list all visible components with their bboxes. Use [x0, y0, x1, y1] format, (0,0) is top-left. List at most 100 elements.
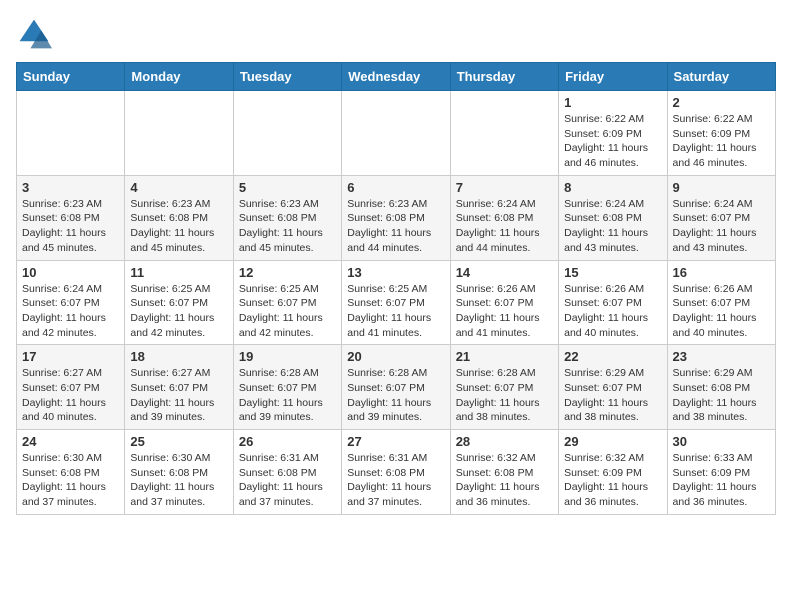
day-number: 21: [456, 349, 553, 364]
day-info: Sunrise: 6:32 AM Sunset: 6:09 PM Dayligh…: [564, 451, 661, 510]
calendar-cell: [125, 91, 233, 176]
day-number: 1: [564, 95, 661, 110]
calendar-cell: 19 Sunrise: 6:28 AM Sunset: 6:07 PM Dayli…: [233, 345, 341, 430]
day-number: 5: [239, 180, 336, 195]
calendar-cell: 29 Sunrise: 6:32 AM Sunset: 6:09 PM Dayli…: [559, 430, 667, 515]
day-number: 9: [673, 180, 770, 195]
day-info: Sunrise: 6:24 AM Sunset: 6:08 PM Dayligh…: [564, 197, 661, 256]
day-number: 28: [456, 434, 553, 449]
calendar-cell: 3 Sunrise: 6:23 AM Sunset: 6:08 PM Daylig…: [17, 175, 125, 260]
day-number: 10: [22, 265, 119, 280]
calendar-cell: [342, 91, 450, 176]
calendar-cell: 8 Sunrise: 6:24 AM Sunset: 6:08 PM Daylig…: [559, 175, 667, 260]
day-number: 6: [347, 180, 444, 195]
day-number: 14: [456, 265, 553, 280]
day-info: Sunrise: 6:22 AM Sunset: 6:09 PM Dayligh…: [673, 112, 770, 171]
calendar-cell: 11 Sunrise: 6:25 AM Sunset: 6:07 PM Dayli…: [125, 260, 233, 345]
weekday-header-saturday: Saturday: [667, 63, 775, 91]
day-info: Sunrise: 6:22 AM Sunset: 6:09 PM Dayligh…: [564, 112, 661, 171]
day-info: Sunrise: 6:30 AM Sunset: 6:08 PM Dayligh…: [22, 451, 119, 510]
day-number: 13: [347, 265, 444, 280]
calendar-cell: 12 Sunrise: 6:25 AM Sunset: 6:07 PM Dayli…: [233, 260, 341, 345]
weekday-header-monday: Monday: [125, 63, 233, 91]
day-number: 23: [673, 349, 770, 364]
day-number: 22: [564, 349, 661, 364]
calendar-cell: 1 Sunrise: 6:22 AM Sunset: 6:09 PM Daylig…: [559, 91, 667, 176]
day-info: Sunrise: 6:23 AM Sunset: 6:08 PM Dayligh…: [239, 197, 336, 256]
day-info: Sunrise: 6:31 AM Sunset: 6:08 PM Dayligh…: [239, 451, 336, 510]
calendar-cell: 10 Sunrise: 6:24 AM Sunset: 6:07 PM Dayli…: [17, 260, 125, 345]
day-info: Sunrise: 6:25 AM Sunset: 6:07 PM Dayligh…: [130, 282, 227, 341]
calendar-cell: 20 Sunrise: 6:28 AM Sunset: 6:07 PM Dayli…: [342, 345, 450, 430]
header: [16, 16, 776, 52]
calendar-cell: 15 Sunrise: 6:26 AM Sunset: 6:07 PM Dayli…: [559, 260, 667, 345]
day-number: 29: [564, 434, 661, 449]
day-number: 27: [347, 434, 444, 449]
calendar-cell: 24 Sunrise: 6:30 AM Sunset: 6:08 PM Dayli…: [17, 430, 125, 515]
calendar-cell: 22 Sunrise: 6:29 AM Sunset: 6:07 PM Dayli…: [559, 345, 667, 430]
day-number: 2: [673, 95, 770, 110]
day-info: Sunrise: 6:27 AM Sunset: 6:07 PM Dayligh…: [22, 366, 119, 425]
week-row-1: 1 Sunrise: 6:22 AM Sunset: 6:09 PM Daylig…: [17, 91, 776, 176]
calendar-cell: 21Sunrise: 6:28 AM Sunset: 6:07 PM Dayli…: [450, 345, 558, 430]
weekday-header-thursday: Thursday: [450, 63, 558, 91]
day-info: Sunrise: 6:29 AM Sunset: 6:07 PM Dayligh…: [564, 366, 661, 425]
calendar-cell: 17 Sunrise: 6:27 AM Sunset: 6:07 PM Dayli…: [17, 345, 125, 430]
calendar-cell: 9 Sunrise: 6:24 AM Sunset: 6:07 PM Daylig…: [667, 175, 775, 260]
calendar-cell: [233, 91, 341, 176]
day-info: Sunrise: 6:26 AM Sunset: 6:07 PM Dayligh…: [456, 282, 553, 341]
day-info: Sunrise: 6:26 AM Sunset: 6:07 PM Dayligh…: [673, 282, 770, 341]
day-number: 7: [456, 180, 553, 195]
calendar-cell: 27 Sunrise: 6:31 AM Sunset: 6:08 PM Dayli…: [342, 430, 450, 515]
day-number: 25: [130, 434, 227, 449]
calendar-cell: 14 Sunrise: 6:26 AM Sunset: 6:07 PM Dayli…: [450, 260, 558, 345]
day-info: Sunrise: 6:25 AM Sunset: 6:07 PM Dayligh…: [347, 282, 444, 341]
calendar-cell: 4 Sunrise: 6:23 AM Sunset: 6:08 PM Daylig…: [125, 175, 233, 260]
calendar: SundayMondayTuesdayWednesdayThursdayFrid…: [16, 62, 776, 515]
day-info: Sunrise: 6:27 AM Sunset: 6:07 PM Dayligh…: [130, 366, 227, 425]
calendar-cell: 7 Sunrise: 6:24 AM Sunset: 6:08 PM Daylig…: [450, 175, 558, 260]
day-number: 20: [347, 349, 444, 364]
day-info: Sunrise: 6:28 AM Sunset: 6:07 PM Dayligh…: [239, 366, 336, 425]
day-info: Sunrise: 6:23 AM Sunset: 6:08 PM Dayligh…: [130, 197, 227, 256]
day-info: Sunrise: 6:29 AM Sunset: 6:08 PM Dayligh…: [673, 366, 770, 425]
calendar-cell: 16 Sunrise: 6:26 AM Sunset: 6:07 PM Dayli…: [667, 260, 775, 345]
day-number: 24: [22, 434, 119, 449]
calendar-cell: 2 Sunrise: 6:22 AM Sunset: 6:09 PM Daylig…: [667, 91, 775, 176]
day-number: 18: [130, 349, 227, 364]
week-row-3: 10 Sunrise: 6:24 AM Sunset: 6:07 PM Dayli…: [17, 260, 776, 345]
day-number: 3: [22, 180, 119, 195]
day-info: Sunrise: 6:24 AM Sunset: 6:08 PM Dayligh…: [456, 197, 553, 256]
day-number: 16: [673, 265, 770, 280]
day-info: Sunrise: 6:23 AM Sunset: 6:08 PM Dayligh…: [22, 197, 119, 256]
day-info: Sunrise: 6:31 AM Sunset: 6:08 PM Dayligh…: [347, 451, 444, 510]
day-number: 12: [239, 265, 336, 280]
calendar-cell: 23 Sunrise: 6:29 AM Sunset: 6:08 PM Dayli…: [667, 345, 775, 430]
day-number: 15: [564, 265, 661, 280]
week-row-5: 24 Sunrise: 6:30 AM Sunset: 6:08 PM Dayli…: [17, 430, 776, 515]
day-number: 17: [22, 349, 119, 364]
day-info: Sunrise: 6:28 AM Sunset: 6:07 PM Dayligh…: [347, 366, 444, 425]
day-info: Sunrise: 6:25 AM Sunset: 6:07 PM Dayligh…: [239, 282, 336, 341]
calendar-cell: [450, 91, 558, 176]
day-number: 19: [239, 349, 336, 364]
day-number: 11: [130, 265, 227, 280]
week-row-2: 3 Sunrise: 6:23 AM Sunset: 6:08 PM Daylig…: [17, 175, 776, 260]
weekday-header-row: SundayMondayTuesdayWednesdayThursdayFrid…: [17, 63, 776, 91]
day-number: 26: [239, 434, 336, 449]
day-number: 30: [673, 434, 770, 449]
logo-icon: [16, 16, 52, 52]
day-info: Sunrise: 6:26 AM Sunset: 6:07 PM Dayligh…: [564, 282, 661, 341]
day-number: 8: [564, 180, 661, 195]
calendar-cell: 30 Sunrise: 6:33 AM Sunset: 6:09 PM Dayli…: [667, 430, 775, 515]
weekday-header-wednesday: Wednesday: [342, 63, 450, 91]
day-info: Sunrise: 6:24 AM Sunset: 6:07 PM Dayligh…: [22, 282, 119, 341]
logo: [16, 16, 56, 52]
day-info: Sunrise: 6:32 AM Sunset: 6:08 PM Dayligh…: [456, 451, 553, 510]
weekday-header-tuesday: Tuesday: [233, 63, 341, 91]
calendar-cell: 26 Sunrise: 6:31 AM Sunset: 6:08 PM Dayli…: [233, 430, 341, 515]
day-number: 4: [130, 180, 227, 195]
day-info: Sunrise: 6:24 AM Sunset: 6:07 PM Dayligh…: [673, 197, 770, 256]
weekday-header-friday: Friday: [559, 63, 667, 91]
day-info: Sunrise: 6:33 AM Sunset: 6:09 PM Dayligh…: [673, 451, 770, 510]
